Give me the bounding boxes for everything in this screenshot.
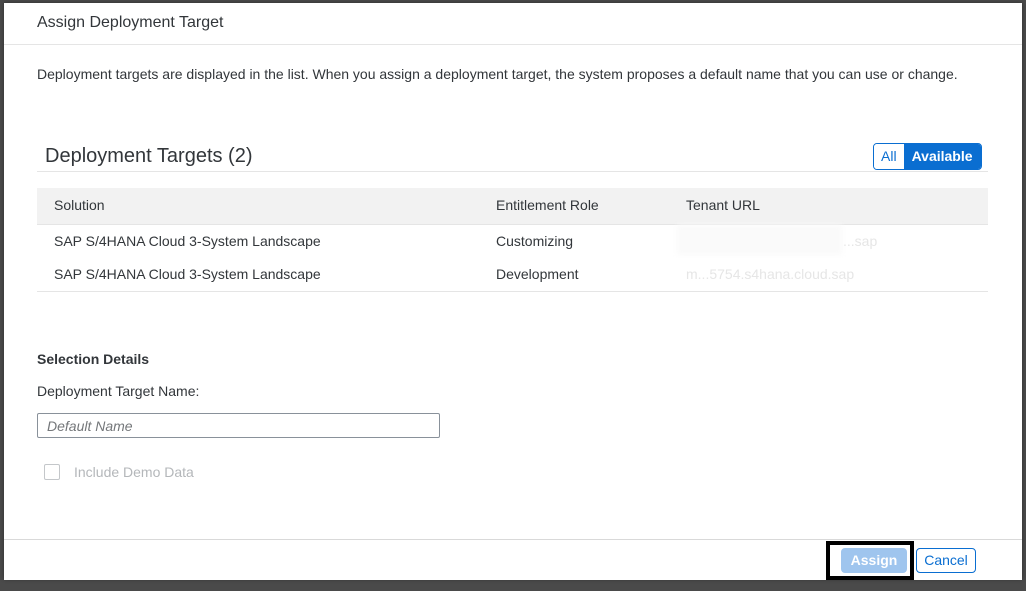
cell-tenant-url: m...5754.s4hana.cloud.sap bbox=[686, 266, 855, 282]
dialog-header: Assign Deployment Target bbox=[4, 3, 1022, 45]
filter-all-button[interactable]: All bbox=[874, 144, 904, 169]
dialog-title: Assign Deployment Target bbox=[37, 14, 224, 31]
selection-details-title: Selection Details bbox=[37, 351, 150, 367]
column-header-entitlement-role: Entitlement Role bbox=[496, 197, 599, 213]
intro-text: Deployment targets are displayed in the … bbox=[37, 66, 958, 82]
deployment-target-name-label: Deployment Target Name: bbox=[37, 383, 200, 399]
column-header-solution: Solution bbox=[54, 197, 105, 213]
include-demo-data-option: Include Demo Data bbox=[44, 464, 194, 480]
column-header-tenant-url: Tenant URL bbox=[686, 197, 760, 213]
cell-role: Customizing bbox=[496, 233, 574, 249]
table-title: Deployment Targets (2) bbox=[45, 145, 253, 167]
assign-button[interactable]: Assign bbox=[841, 548, 907, 573]
cell-solution: SAP S/4HANA Cloud 3-System Landscape bbox=[54, 233, 321, 249]
filter-available-button[interactable]: Available bbox=[903, 144, 981, 169]
cell-role: Development bbox=[496, 266, 579, 282]
dialog-footer: Assign Cancel bbox=[4, 539, 1022, 580]
table-row[interactable]: SAP S/4HANA Cloud 3-System Landscape Dev… bbox=[37, 258, 988, 292]
table-row[interactable]: SAP S/4HANA Cloud 3-System Landscape Cus… bbox=[37, 225, 988, 259]
redaction-blur bbox=[677, 225, 842, 255]
table-header: Solution Entitlement Role Tenant URL bbox=[37, 188, 988, 225]
include-demo-data-checkbox[interactable] bbox=[44, 464, 60, 480]
deployment-target-name-input[interactable] bbox=[37, 413, 440, 438]
availability-filter: All Available bbox=[873, 143, 982, 170]
include-demo-data-label: Include Demo Data bbox=[74, 464, 194, 480]
cell-solution: SAP S/4HANA Cloud 3-System Landscape bbox=[54, 266, 321, 282]
cancel-button[interactable]: Cancel bbox=[916, 548, 976, 573]
toolbar-divider bbox=[37, 171, 988, 172]
assign-deployment-target-dialog: Assign Deployment Target Deployment targ… bbox=[4, 3, 1022, 580]
cell-tenant-url: ...sap bbox=[843, 233, 878, 249]
